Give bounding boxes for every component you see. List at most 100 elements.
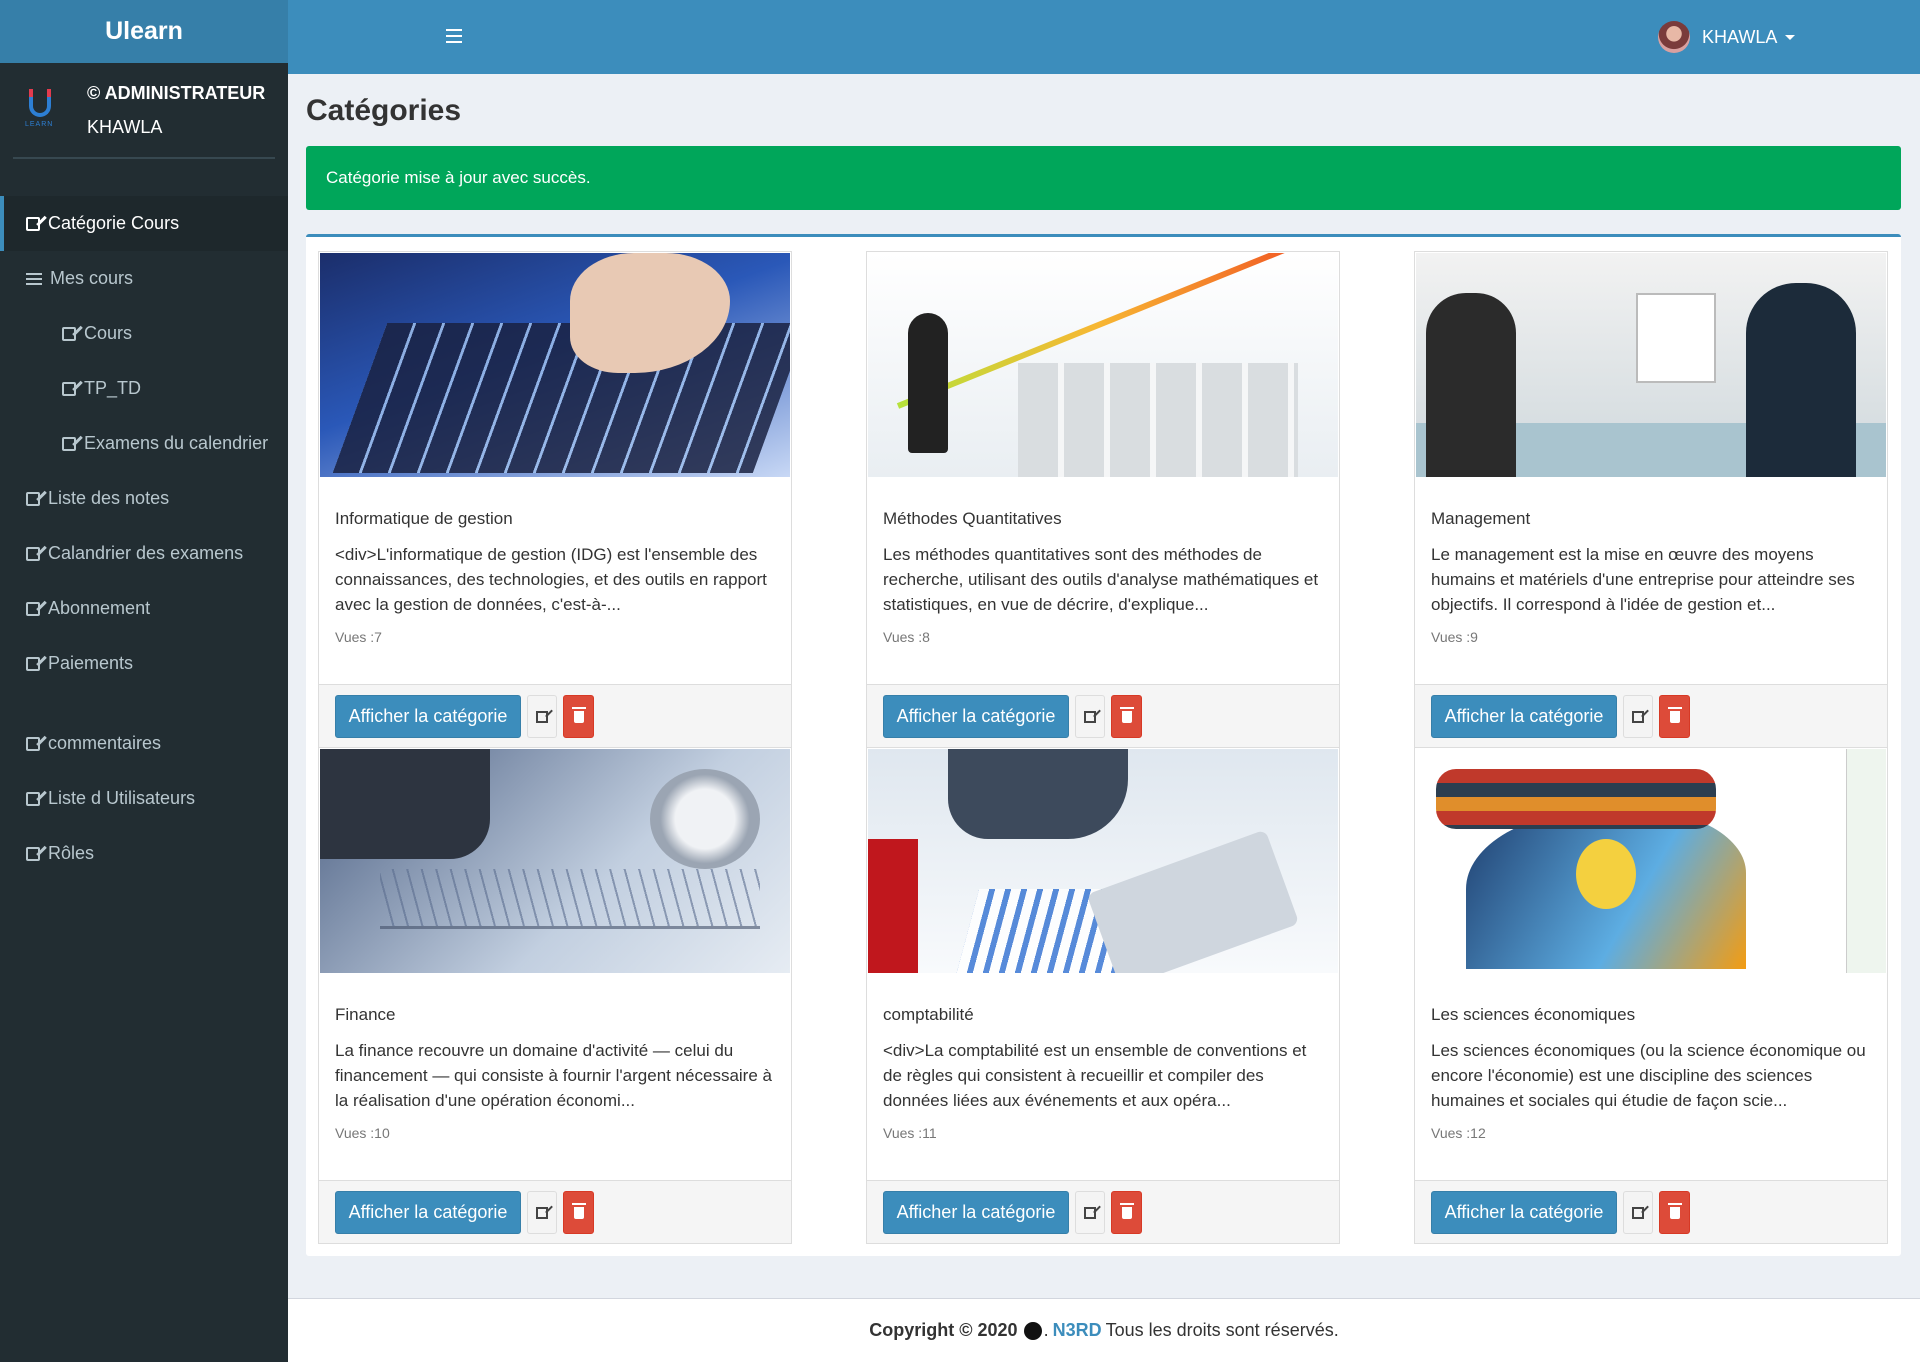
category-image xyxy=(1416,749,1886,973)
trash-icon xyxy=(571,1202,586,1219)
sidebar-item-calandrier-des-examens[interactable]: Calandrier des examens xyxy=(0,526,288,581)
category-image xyxy=(320,253,790,477)
category-views: Vues :11 xyxy=(883,1125,937,1141)
show-category-button[interactable]: Afficher la catégorie xyxy=(883,1191,1069,1234)
sidebar-item-categorie-cours[interactable]: Catégorie Cours xyxy=(0,196,288,251)
user-panel: LEARN © ADMINISTRATEUR KHAWLA xyxy=(13,63,275,159)
sidebar-item-paiements[interactable]: Paiements xyxy=(0,636,288,691)
category-image xyxy=(868,253,1338,477)
edit-icon xyxy=(1632,1206,1644,1219)
main-content: Catégories Catégorie mise à jour avec su… xyxy=(288,74,1920,1298)
category-description: La finance recouvre un domaine d'activit… xyxy=(335,1041,772,1110)
user-role: © ADMINISTRATEUR xyxy=(87,83,266,103)
sidebar-item-commentaires[interactable]: commentaires xyxy=(0,716,288,771)
category-views: Vues :7 xyxy=(335,629,382,645)
delete-category-button[interactable] xyxy=(563,1191,594,1234)
edit-category-button[interactable] xyxy=(1075,695,1105,738)
brand-logo[interactable]: Ulearn xyxy=(0,0,288,63)
list-icon xyxy=(26,272,42,285)
trash-icon xyxy=(1667,706,1682,723)
edit-category-button[interactable] xyxy=(1075,1191,1105,1234)
page-title: Catégories xyxy=(306,94,462,127)
edit-icon xyxy=(62,436,76,451)
edit-category-button[interactable] xyxy=(1623,695,1653,738)
edit-icon xyxy=(26,216,40,231)
category-card: Les sciences économiques Les sciences éc… xyxy=(1414,747,1888,1244)
category-title: Informatique de gestion xyxy=(335,509,513,528)
user-name: KHAWLA xyxy=(87,117,163,137)
delete-category-button[interactable] xyxy=(1659,1191,1690,1234)
category-image xyxy=(320,749,790,973)
sidebar-menu: Catégorie Cours Mes cours Cours TP_TD Ex… xyxy=(0,196,288,881)
category-views: Vues :8 xyxy=(883,629,930,645)
edit-icon xyxy=(26,846,40,861)
sidebar-item-liste-utilisateurs[interactable]: Liste d Utilisateurs xyxy=(0,771,288,826)
page-footer: Copyright © 2020 . N3RD Tous les droits … xyxy=(288,1298,1920,1362)
category-title: Management xyxy=(1431,509,1531,528)
edit-icon xyxy=(26,546,40,561)
category-card: Informatique de gestion <div>L'informati… xyxy=(318,251,792,748)
edit-icon xyxy=(536,1206,548,1219)
edit-icon xyxy=(1084,1206,1096,1219)
sidebar-item-mes-cours[interactable]: Mes cours xyxy=(0,251,288,306)
sidebar-item-tp-td[interactable]: TP_TD xyxy=(0,361,288,416)
sidebar-item-roles[interactable]: Rôles xyxy=(0,826,288,881)
category-description: Le management est la mise en œuvre des m… xyxy=(1431,545,1855,614)
category-title: Les sciences économiques xyxy=(1431,1005,1636,1024)
delete-category-button[interactable] xyxy=(563,695,594,738)
categories-box: Informatique de gestion <div>L'informati… xyxy=(306,234,1901,1256)
header-user-name: KHAWLA xyxy=(1702,26,1778,47)
category-views: Vues :12 xyxy=(1431,1125,1486,1141)
avatar xyxy=(1658,21,1690,53)
category-image xyxy=(868,749,1338,973)
edit-icon xyxy=(62,381,76,396)
delete-category-button[interactable] xyxy=(1659,695,1690,738)
n3rd-link[interactable]: N3RD xyxy=(1053,1320,1102,1341)
category-description: <div>L'informatique de gestion (IDG) est… xyxy=(335,545,767,614)
category-title: Finance xyxy=(335,1005,396,1024)
copyright-text: Copyright © 2020 xyxy=(869,1320,1018,1340)
edit-icon xyxy=(26,491,40,506)
n3rd-logo-icon xyxy=(1023,1321,1042,1340)
top-navbar: KHAWLA xyxy=(288,0,1920,74)
edit-icon xyxy=(26,736,40,751)
delete-category-button[interactable] xyxy=(1111,695,1142,738)
show-category-button[interactable]: Afficher la catégorie xyxy=(1431,695,1617,738)
trash-icon xyxy=(1667,1202,1682,1219)
show-category-button[interactable]: Afficher la catégorie xyxy=(1431,1191,1617,1234)
trash-icon xyxy=(1119,1202,1134,1219)
edit-icon xyxy=(1632,710,1644,723)
ulearn-logo-icon: LEARN xyxy=(25,89,57,131)
category-card: Méthodes Quantitatives Les méthodes quan… xyxy=(866,251,1340,748)
trash-icon xyxy=(1119,706,1134,723)
success-alert: Catégorie mise à jour avec succès. xyxy=(306,146,1901,210)
sidebar-item-examens-du-calendrier[interactable]: Examens du calendrier xyxy=(0,416,288,471)
edit-icon xyxy=(536,710,548,723)
edit-category-button[interactable] xyxy=(1623,1191,1653,1234)
sidebar-item-liste-des-notes[interactable]: Liste des notes xyxy=(0,471,288,526)
edit-icon xyxy=(26,791,40,806)
category-title: comptabilité xyxy=(883,1005,974,1024)
category-description: <div>La comptabilité est un ensemble de … xyxy=(883,1041,1307,1110)
category-image xyxy=(1416,253,1886,477)
category-card: comptabilité <div>La comptabilité est un… xyxy=(866,747,1340,1244)
delete-category-button[interactable] xyxy=(1111,1191,1142,1234)
user-menu-dropdown[interactable]: KHAWLA xyxy=(1658,20,1796,54)
category-card: Finance La finance recouvre un domaine d… xyxy=(318,747,792,1244)
show-category-button[interactable]: Afficher la catégorie xyxy=(335,695,521,738)
category-title: Méthodes Quantitatives xyxy=(883,509,1062,528)
show-category-button[interactable]: Afficher la catégorie xyxy=(883,695,1069,738)
sidebar-item-abonnement[interactable]: Abonnement xyxy=(0,581,288,636)
trash-icon xyxy=(571,706,586,723)
edit-category-button[interactable] xyxy=(527,1191,557,1234)
show-category-button[interactable]: Afficher la catégorie xyxy=(335,1191,521,1234)
sidebar-toggle-icon[interactable] xyxy=(446,29,462,43)
category-views: Vues :10 xyxy=(335,1125,390,1141)
category-card: Management Le management est la mise en … xyxy=(1414,251,1888,748)
category-views: Vues :9 xyxy=(1431,629,1478,645)
category-description: Les sciences économiques (ou la science … xyxy=(1431,1041,1866,1110)
edit-category-button[interactable] xyxy=(527,695,557,738)
edit-icon xyxy=(26,601,40,616)
rights-text: Tous les droits sont réservés. xyxy=(1105,1320,1339,1340)
sidebar-item-cours[interactable]: Cours xyxy=(0,306,288,361)
